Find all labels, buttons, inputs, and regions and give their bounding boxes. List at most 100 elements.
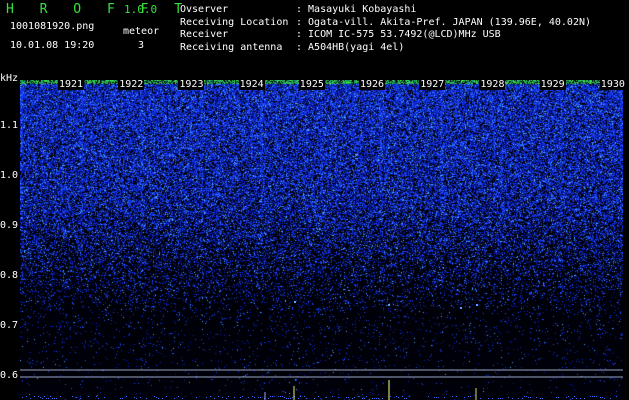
noise-dot [44, 396, 45, 397]
info-label-antenna: Receiving antenna [180, 41, 283, 53]
noise-dot [46, 398, 47, 399]
noise-dot [522, 398, 523, 399]
noise-dot [540, 398, 541, 399]
noise-dot [558, 397, 559, 398]
noise-dot [156, 397, 157, 398]
noise-dot [404, 398, 405, 399]
noise-dot [436, 397, 437, 398]
y-axis-tick: 0.6 [0, 370, 19, 381]
info-value-antenna: : A504HB(yagi 4el) [296, 41, 405, 53]
noise-dot [240, 397, 241, 398]
noise-dot [518, 398, 519, 399]
noise-dot [26, 396, 27, 397]
noise-dot [284, 397, 285, 398]
time-tick: 1929 [539, 79, 566, 90]
noise-dot [52, 398, 53, 399]
noise-dot [556, 397, 557, 398]
noise-dot [98, 398, 99, 399]
time-tick: 1921 [58, 79, 85, 90]
noise-dot [122, 398, 123, 399]
noise-dot [306, 398, 307, 399]
noise-dot [542, 398, 543, 399]
noise-dot [464, 397, 465, 398]
file-name: 1001081920.png [10, 21, 95, 32]
noise-dot [468, 396, 469, 397]
noise-dot [456, 396, 457, 397]
noise-dot [502, 398, 503, 399]
noise-dot [402, 396, 403, 397]
noise-dot [268, 398, 269, 399]
meteor-dot [476, 304, 478, 306]
noise-dot [50, 396, 51, 397]
noise-dot [88, 396, 89, 397]
noise-dot [222, 397, 223, 398]
noise-dot [600, 397, 601, 398]
noise-dot [140, 397, 141, 398]
time-tick: 1925 [298, 79, 325, 90]
time-tick: 1924 [238, 79, 265, 90]
noise-dot [60, 396, 61, 397]
info-value-receiver: : ICOM IC-575 53.7492(@LCD)MHz USB [296, 29, 501, 40]
noise-dot [398, 397, 399, 398]
noise-dot [54, 398, 55, 399]
noise-dot [574, 396, 575, 397]
noise-dot [254, 397, 255, 398]
noise-dot [390, 396, 391, 397]
noise-dot [364, 398, 365, 399]
noise-dot [34, 396, 35, 397]
noise-dot [594, 396, 595, 397]
noise-dot [396, 396, 397, 397]
app-version: 1.0.0 [124, 3, 158, 16]
noise-dot [158, 398, 159, 399]
noise-dot [528, 397, 529, 398]
noise-dot [210, 396, 211, 397]
info-label-location: Receiving Location [180, 16, 289, 28]
noise-dot [348, 397, 349, 398]
info-value-location: : Ogata-vill. Akita-Pref. JAPAN (139.96E… [296, 16, 592, 28]
noise-dot [572, 398, 573, 399]
time-tick: 1928 [479, 79, 506, 90]
noise-dot [530, 397, 531, 398]
noise-dot [492, 398, 493, 399]
noise-dot [602, 397, 603, 398]
noise-dot [434, 397, 435, 398]
noise-dot [120, 398, 121, 399]
noise-dot [378, 398, 379, 399]
noise-dot [338, 397, 339, 398]
noise-dot [290, 398, 291, 399]
info-value-observer: : Masayuki Kobayashi [296, 4, 417, 15]
noise-dot [500, 398, 501, 399]
noise-dot [136, 398, 137, 399]
noise-dot [536, 397, 537, 398]
noise-dot [30, 398, 31, 399]
y-axis-unit: kHz [0, 73, 19, 84]
noise-dot [162, 398, 163, 399]
y-axis-tick: 1.0 [0, 170, 19, 181]
info-label-observer: Ovserver [180, 4, 229, 15]
app-brand: H R O F F T [6, 2, 192, 17]
noise-dot [48, 398, 49, 399]
noise-dot [352, 398, 353, 399]
noise-dot [134, 397, 135, 398]
noise-dot [146, 398, 147, 399]
noise-dot [282, 396, 283, 397]
noise-dot [218, 396, 219, 397]
noise-dot [258, 397, 259, 398]
noise-dot [242, 396, 243, 397]
noise-dot [604, 398, 605, 399]
noise-dot [80, 398, 81, 399]
meteor-dot [460, 307, 462, 309]
noise-dot [526, 396, 527, 397]
noise-dot [272, 396, 273, 397]
noise-dot [362, 398, 363, 399]
y-axis-tick: 0.9 [0, 220, 19, 231]
capture-datetime: 10.01.08 19:20 [10, 40, 95, 51]
noise-dot [304, 396, 305, 397]
noise-dot [206, 397, 207, 398]
noise-dot [444, 397, 445, 398]
noise-dot [616, 396, 617, 397]
noise-dot [524, 396, 525, 397]
noise-dot [76, 397, 77, 398]
noise-dot [498, 398, 499, 399]
noise-dot [376, 398, 377, 399]
